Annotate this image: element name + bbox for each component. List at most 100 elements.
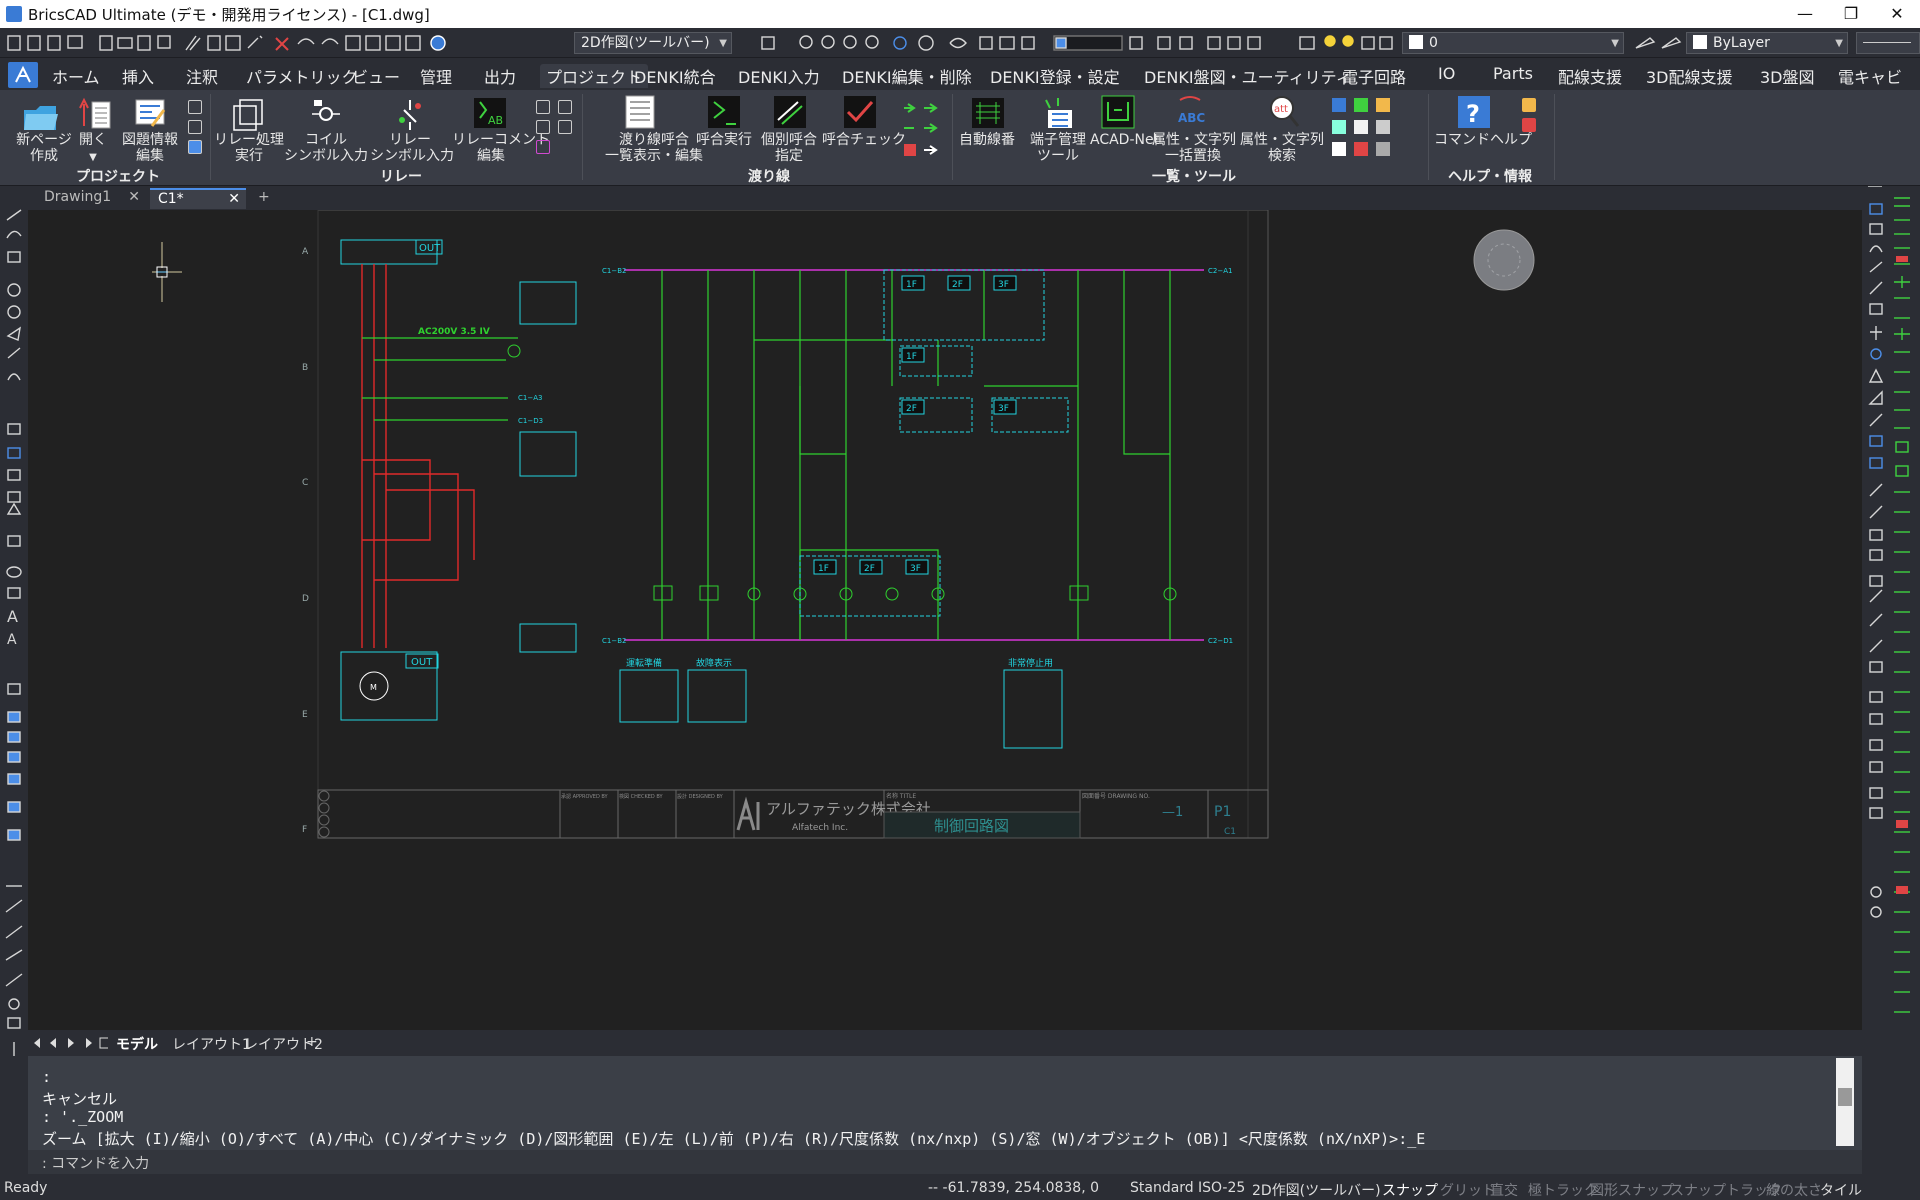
title-field-label: 名称 TITLE	[886, 792, 916, 800]
ribbon-tab-10[interactable]: DENKI編集・削除	[842, 64, 972, 88]
minimize-button[interactable]: —	[1782, 0, 1828, 28]
new-tab-button[interactable]: +	[250, 188, 276, 209]
ribbon-tab-16[interactable]: 配線支援	[1558, 64, 1622, 88]
auto-wire-number-button[interactable]: 自動線番	[954, 132, 1020, 148]
ribbon-tab-6[interactable]: 出力	[484, 64, 516, 88]
command-input[interactable]: : コマンドを入力	[42, 1153, 149, 1173]
power-wires	[361, 264, 475, 648]
ribbon-tab-12[interactable]: DENKI盤図・ユーティリティ	[1144, 64, 1352, 88]
workspace-dropdown[interactable]: 2D作図(ツールバー) ▼	[574, 32, 732, 54]
ribbon-tab-19[interactable]: 電キャビ	[1838, 64, 1902, 88]
status-workspace[interactable]: 2D作図(ツールバー)	[1252, 1180, 1381, 1200]
command-help-button[interactable]: コマンドヘルプ	[1434, 132, 1532, 148]
linetype-dropdown[interactable]	[1856, 32, 1920, 54]
draw-tool-icons[interactable]: AA	[0, 186, 28, 1066]
acad-net-button[interactable]: ACAD-Net	[1090, 132, 1159, 148]
color-dropdown[interactable]: ByLayer ▼	[1686, 32, 1848, 54]
quick-access-icons[interactable]	[0, 28, 560, 58]
cmd-scrollbar[interactable]	[1836, 1058, 1854, 1146]
status-osnap[interactable]: 図形スナップ	[1590, 1180, 1674, 1200]
ribbon-tab-18[interactable]: 3D盤図	[1760, 64, 1815, 88]
attr-search-button[interactable]: 属性・文字列 検索	[1238, 132, 1326, 164]
left-draw-toolbar[interactable]: AA	[0, 186, 28, 1066]
ribbon-tab-7[interactable]: プロジェクト	[540, 64, 649, 88]
attr-replace-button[interactable]: 属性・文字列 一括置換	[1152, 132, 1236, 164]
open-button[interactable]: 開く ▼	[78, 132, 108, 166]
right-edit-toolbar[interactable]	[1862, 185, 1920, 1066]
window-title: BricsCAD Ultimate (デモ・開発用ライセンス) - [C1.dw…	[28, 6, 430, 24]
schematic-drawing[interactable]: 1 2 3 4 5 6 7 8 A B C D E F OUT AC200V 3…	[28, 187, 1862, 1030]
command-input-bar[interactable]: : コマンドを入力	[28, 1150, 1862, 1174]
restore-button[interactable]: ❐	[1828, 0, 1874, 28]
call-exec-button[interactable]: 呼合実行	[692, 132, 756, 148]
terminal-tool-button[interactable]: 端子管理 ツール	[1020, 132, 1096, 164]
call-check-button[interactable]: 呼合チェック	[822, 132, 906, 148]
new-page-button[interactable]: 新ページ 作成	[16, 132, 72, 164]
status-ortho[interactable]: 直交	[1490, 1180, 1518, 1200]
close-icon[interactable]: ✕	[228, 191, 240, 207]
ribbon-tab-0[interactable]: ホーム	[52, 64, 100, 88]
scrollbar-thumb[interactable]	[1838, 1088, 1852, 1106]
color-swatch	[1693, 35, 1707, 49]
application-menu-button[interactable]	[8, 62, 38, 88]
layout-nav-icons[interactable]	[28, 1034, 108, 1052]
small-tool-icon[interactable]	[1522, 118, 1536, 132]
relay-comment-button[interactable]: リレーコメント 編集	[452, 132, 550, 164]
small-tool-icon[interactable]	[188, 120, 202, 134]
status-dim-style[interactable]: ISO-25	[1198, 1180, 1245, 1196]
close-window-button[interactable]: ✕	[1874, 0, 1920, 28]
edit-tool-icons[interactable]	[1862, 185, 1920, 1066]
status-grid[interactable]: グリッド	[1440, 1180, 1496, 1200]
ribbon-tab-9[interactable]: DENKI入力	[738, 64, 820, 88]
ribbon-tab-15[interactable]: Parts	[1493, 64, 1533, 83]
coil-symbol-button[interactable]: コイル シンボル入力	[284, 132, 368, 164]
small-tool-icon[interactable]	[1522, 98, 1536, 112]
small-tool-icon[interactable]	[558, 120, 572, 134]
small-tool-icon[interactable]	[536, 100, 550, 114]
individual-call-button[interactable]: 個別呼合 指定	[756, 132, 822, 164]
ribbon-tab-1[interactable]: 挿入	[122, 64, 154, 88]
jumper-small-icons[interactable]	[900, 98, 950, 164]
ribbon-tab-11[interactable]: DENKI登録・設定	[990, 64, 1120, 88]
small-tool-icon[interactable]	[536, 140, 550, 154]
tab-c1[interactable]: C1* ✕	[150, 188, 246, 209]
status-snap[interactable]: スナップ	[1382, 1180, 1438, 1200]
ribbon-tab-8[interactable]: DENKI統合	[634, 64, 716, 88]
layer-dropdown[interactable]: 0 ▼	[1402, 32, 1624, 54]
small-tool-icon[interactable]	[188, 100, 202, 114]
ribbon-tab-13[interactable]: 電子回路	[1342, 64, 1406, 88]
ribbon-tab-17[interactable]: 3D配線支援	[1646, 64, 1733, 88]
ribbon-tab-4[interactable]: ビュー	[352, 64, 400, 88]
list-small-icons[interactable]	[1330, 96, 1404, 160]
table-rects	[619, 669, 1063, 749]
drawing-canvas[interactable]: 1 2 3 4 5 6 7 8 A B C D E F OUT AC200V 3…	[28, 187, 1862, 1030]
relay-process-button[interactable]: リレー処理 実行	[214, 132, 284, 164]
group-separator	[210, 94, 211, 180]
ribbon-tab-2[interactable]: 注釈	[186, 64, 218, 88]
relay-symbol-button[interactable]: リレー シンボル入力	[370, 132, 454, 164]
bricscad-app-icon[interactable]	[6, 6, 22, 22]
ribbon-tab-5[interactable]: 管理	[420, 64, 452, 88]
status-text-style[interactable]: Standard	[1130, 1180, 1194, 1196]
view-navigation-wheel[interactable]	[1473, 229, 1535, 291]
close-icon[interactable]: ✕	[128, 189, 140, 205]
relay-symbol-icon	[399, 100, 421, 130]
view-tools-icons[interactable]	[740, 28, 1410, 58]
small-tool-icon[interactable]	[188, 140, 202, 154]
status-polar[interactable]: 極トラック	[1528, 1180, 1598, 1200]
ribbon-tab-14[interactable]: IO	[1438, 64, 1455, 83]
row-label: E	[302, 710, 308, 720]
status-lineweight[interactable]: 線の太さ	[1766, 1180, 1822, 1200]
attr-replace-icon: ABC	[1178, 96, 1205, 125]
small-tool-icon[interactable]	[536, 120, 550, 134]
tab-drawing1[interactable]: Drawing1 ✕	[36, 188, 146, 209]
status-tile[interactable]: タイル	[1820, 1180, 1862, 1200]
drawing-info-edit-button[interactable]: 図題情報 編集	[116, 132, 184, 164]
wire-ref-c1b2: C1−B2	[602, 267, 626, 275]
small-tool-icon[interactable]	[558, 100, 572, 114]
ribbon-tab-3[interactable]: パラメトリック	[246, 64, 358, 88]
add-layout-button[interactable]: +	[306, 1034, 318, 1050]
tab-model[interactable]: モデル	[116, 1034, 158, 1054]
layer-tools-icons[interactable]	[1630, 28, 1684, 58]
tab-layout1[interactable]: レイアウト1	[172, 1034, 251, 1054]
